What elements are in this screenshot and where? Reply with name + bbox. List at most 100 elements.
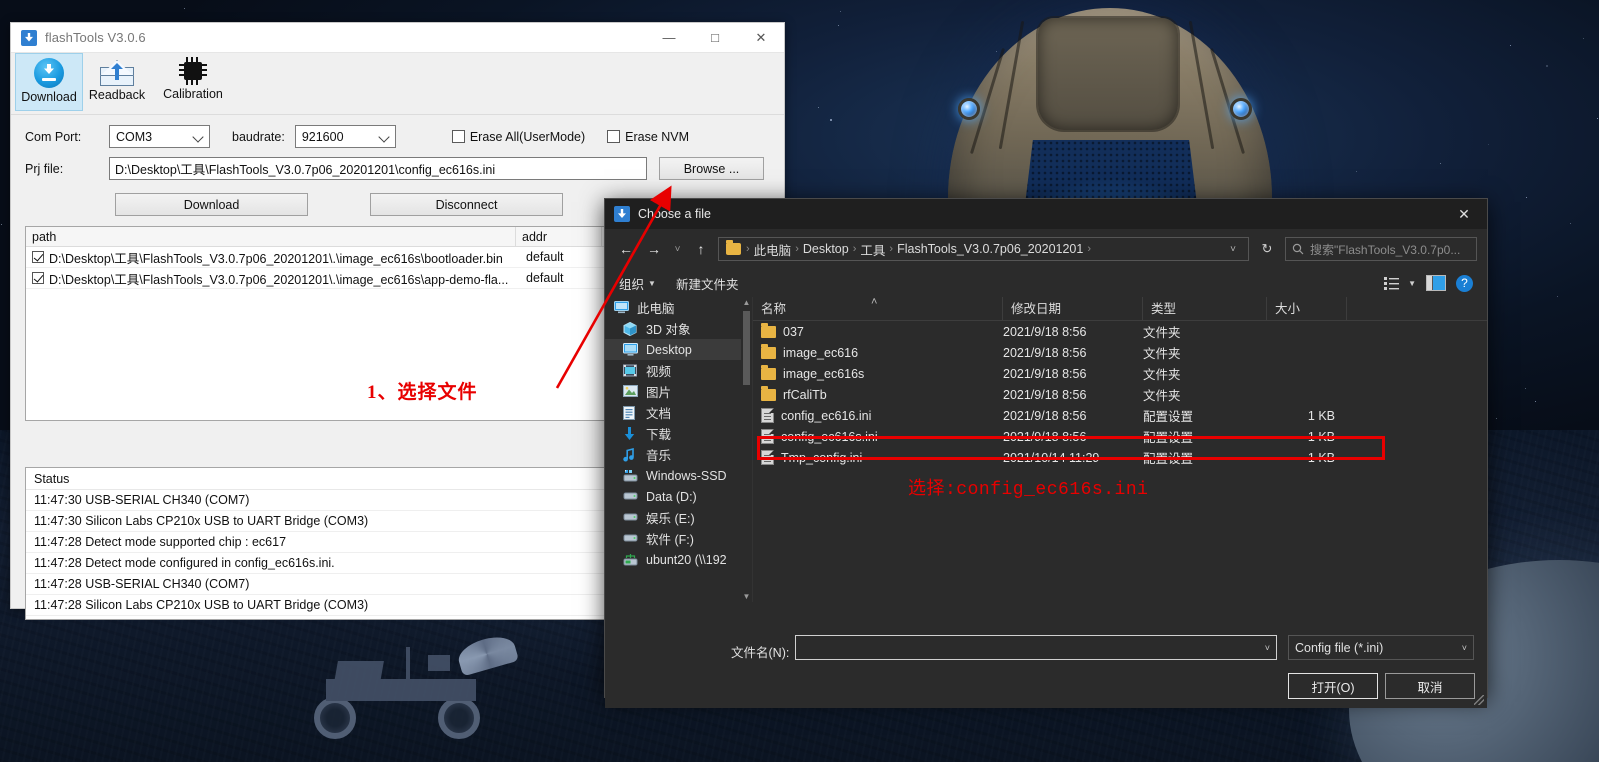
maximize-button[interactable]: □	[692, 23, 738, 53]
column-type[interactable]: 类型	[1143, 297, 1267, 320]
forward-arrow-icon[interactable]: →	[643, 237, 665, 261]
sidebar-item-downloads[interactable]: 下载	[605, 423, 752, 444]
file-row[interactable]: rfCaliTb 2021/9/18 8:56 文件夹	[753, 384, 1487, 405]
drive-icon	[623, 490, 639, 504]
file-row[interactable]: Tmp_config.ini 2021/10/14 11:29 配置设置 1 K…	[753, 447, 1487, 468]
app-download-icon	[614, 206, 630, 222]
download-button[interactable]: Download	[115, 193, 308, 216]
disconnect-button[interactable]: Disconnect	[370, 193, 563, 216]
minimize-button[interactable]: —	[646, 23, 692, 53]
file-row[interactable]: image_ec616 2021/9/18 8:56 文件夹	[753, 342, 1487, 363]
scroll-up-icon[interactable]: ▲	[741, 297, 752, 308]
com-port-select[interactable]: COM3	[109, 125, 210, 148]
chevron-down-icon[interactable]: ˅	[1265, 643, 1270, 653]
browse-button[interactable]: Browse ...	[659, 157, 764, 180]
prj-file-input[interactable]: D:\Desktop\工具\FlashTools_V3.0.7p06_20201…	[109, 157, 647, 180]
checkbox-box	[607, 130, 620, 143]
sidebar-item-music[interactable]: 音乐	[605, 444, 752, 465]
choose-file-dialog[interactable]: Choose a file ✕ ← → ˅ ↑ › 此电脑 › Desktop …	[604, 198, 1488, 698]
chevron-down-icon[interactable]: ˅	[1222, 244, 1244, 255]
breadcrumb[interactable]: › 此电脑 › Desktop › 工具 › FlashTools_V3.0.7…	[718, 237, 1249, 261]
address-bar[interactable]: ← → ˅ ↑ › 此电脑 › Desktop › 工具 › FlashTool…	[605, 229, 1487, 269]
erase-all-label: Erase All(UserMode)	[470, 130, 585, 144]
breadcrumb-item-flashtools[interactable]: FlashTools_V3.0.7p06_20201201	[894, 242, 1086, 256]
open-button[interactable]: 打开(O)	[1288, 673, 1378, 699]
sidebar-item-this-pc[interactable]: 此电脑	[605, 297, 752, 318]
erase-all-checkbox[interactable]: Erase All(UserMode)	[452, 130, 585, 144]
refresh-icon[interactable]: ↻	[1255, 237, 1279, 261]
sidebar-item-pictures[interactable]: 图片	[605, 381, 752, 402]
robot-lamp-left	[958, 98, 980, 120]
baudrate-select[interactable]: 921600	[295, 125, 396, 148]
row-checkbox[interactable]	[32, 251, 44, 263]
close-button[interactable]: ✕	[738, 23, 784, 53]
column-name[interactable]: 名称 ˄	[753, 297, 1003, 320]
sidebar-item-entertainment-e[interactable]: 娱乐 (E:)	[605, 507, 752, 528]
sidebar-item-label: 视频	[646, 361, 671, 380]
erase-nvm-checkbox[interactable]: Erase NVM	[607, 130, 689, 144]
preview-pane-icon[interactable]	[1426, 275, 1446, 291]
chevron-down-icon	[378, 131, 389, 142]
filename-input[interactable]: ˅	[795, 635, 1277, 660]
toolbar-right-group[interactable]: ▼ ?	[1384, 275, 1473, 292]
download-circle-icon	[34, 58, 64, 88]
ini-file-icon	[761, 429, 774, 444]
breadcrumb-item-desktop[interactable]: Desktop	[800, 242, 852, 256]
prj-file-label: Prj file:	[25, 162, 109, 176]
resize-grip[interactable]	[1474, 695, 1484, 705]
sidebar-item-data-d[interactable]: Data (D:)	[605, 486, 752, 507]
sidebar-item-ubunt20-network[interactable]: ubunt20 (\\192	[605, 549, 752, 570]
sidebar-item-desktop[interactable]: Desktop	[605, 339, 752, 360]
file-list[interactable]: 名称 ˄ 修改日期 类型 大小 037 2021/9/18 8:56 文件夹 i…	[753, 297, 1487, 602]
sidebar-item-label: 音乐	[646, 445, 671, 464]
cancel-button[interactable]: 取消	[1385, 673, 1475, 699]
sidebar[interactable]: 此电脑 3D 对象 Desktop 视频 图片 文档 下载 音乐 Windows…	[605, 297, 753, 602]
com-port-label: Com Port:	[25, 130, 109, 144]
scroll-down-icon[interactable]: ▼	[741, 591, 752, 602]
drive-icon	[623, 532, 639, 546]
sidebar-item-documents[interactable]: 文档	[605, 402, 752, 423]
flashtools-toolbar[interactable]: Download Readback Calibration	[11, 53, 784, 115]
column-date[interactable]: 修改日期	[1003, 297, 1143, 320]
dialog-toolbar[interactable]: 组织 ▼ 新建文件夹 ▼ ?	[605, 269, 1487, 297]
recent-locations-icon[interactable]: ˅	[671, 237, 684, 261]
sidebar-item-software-f[interactable]: 软件 (F:)	[605, 528, 752, 549]
search-input[interactable]: 搜索"FlashTools_V3.0.7p0...	[1285, 237, 1477, 261]
row-checkbox[interactable]	[32, 272, 44, 284]
sidebar-item-videos[interactable]: 视频	[605, 360, 752, 381]
sidebar-item-3d-objects[interactable]: 3D 对象	[605, 318, 752, 339]
sidebar-item-label: 娱乐 (E:)	[646, 508, 695, 527]
tab-readback[interactable]: Readback	[83, 53, 151, 111]
back-arrow-icon[interactable]: ←	[615, 237, 637, 261]
sidebar-item-windows-ssd[interactable]: Windows-SSD	[605, 465, 752, 486]
prj-file-value: D:\Desktop\工具\FlashTools_V3.0.7p06_20201…	[115, 159, 495, 178]
column-addr[interactable]: addr	[516, 227, 602, 246]
chevron-down-icon[interactable]: ▼	[1408, 279, 1416, 288]
dialog-titlebar[interactable]: Choose a file ✕	[605, 199, 1487, 229]
filetype-select[interactable]: Config file (*.ini) ˅	[1288, 635, 1474, 660]
file-row[interactable]: 037 2021/9/18 8:56 文件夹	[753, 321, 1487, 342]
tab-calibration[interactable]: Calibration	[151, 53, 235, 111]
organize-button[interactable]: 组织 ▼	[619, 274, 656, 293]
column-size[interactable]: 大小	[1267, 297, 1347, 320]
breadcrumb-item-tools[interactable]: 工具	[857, 240, 888, 259]
sidebar-scrollbar[interactable]: ▲ ▼	[741, 297, 752, 602]
new-folder-button[interactable]: 新建文件夹	[676, 274, 739, 293]
file-row[interactable]: image_ec616s 2021/9/18 8:56 文件夹	[753, 363, 1487, 384]
window-controls[interactable]: — □ ✕	[646, 23, 784, 53]
dialog-close-button[interactable]: ✕	[1441, 199, 1487, 229]
file-row[interactable]: config_ec616.ini 2021/9/18 8:56 配置设置 1 K…	[753, 405, 1487, 426]
list-view-icon[interactable]	[1384, 276, 1402, 290]
ini-file-icon	[761, 408, 774, 423]
scrollbar-thumb[interactable]	[743, 311, 750, 385]
help-icon[interactable]: ?	[1456, 275, 1473, 292]
tab-download[interactable]: Download	[15, 53, 83, 111]
file-name-cell: Tmp_config.ini	[753, 450, 1003, 465]
column-path[interactable]: path	[26, 227, 516, 246]
flashtools-titlebar[interactable]: flashTools V3.0.6 — □ ✕	[11, 23, 784, 53]
chevron-down-icon[interactable]: ˅	[1462, 643, 1467, 653]
up-arrow-icon[interactable]: ↑	[690, 237, 712, 261]
breadcrumb-item-this-pc[interactable]: 此电脑	[751, 240, 795, 259]
erase-nvm-label: Erase NVM	[625, 130, 689, 144]
file-row-selected[interactable]: config_ec616s.ini 2021/9/18 8:56 配置设置 1 …	[753, 426, 1487, 447]
